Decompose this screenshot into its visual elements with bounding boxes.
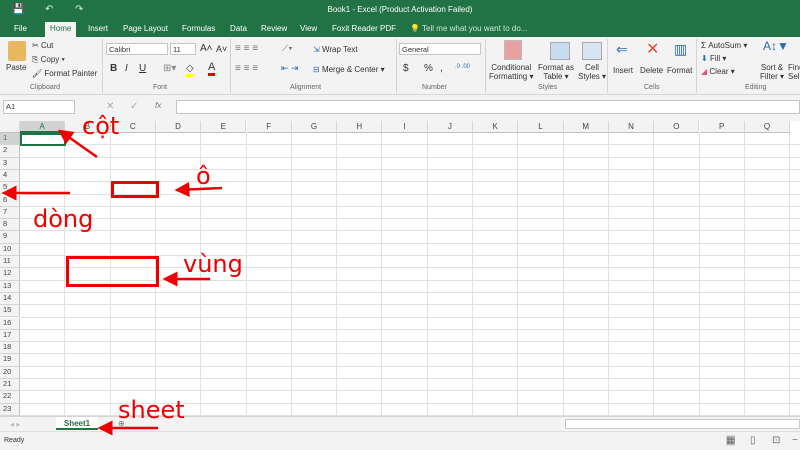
arrow-to-column (57, 129, 98, 159)
annotation-arrows (1, 129, 223, 436)
arrow-to-cell (174, 181, 223, 197)
